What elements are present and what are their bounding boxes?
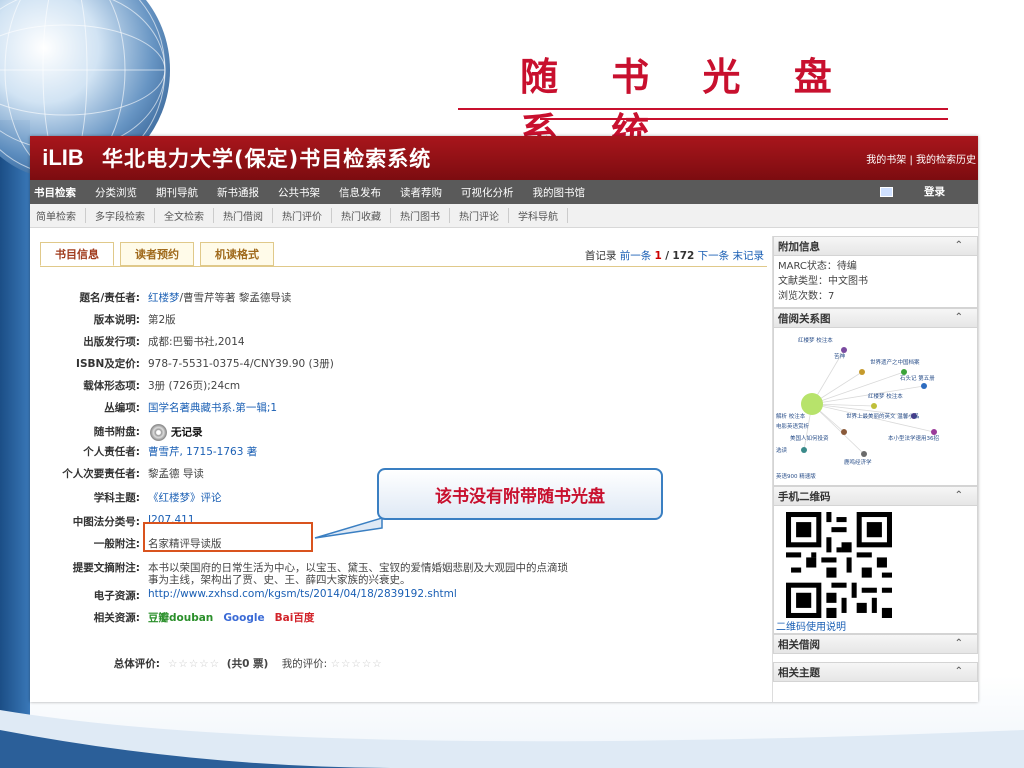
doc-type: 文献类型：中文图书 [778, 276, 868, 287]
top-links[interactable]: 我的书架 | 我的检索历史 [866, 151, 976, 166]
graph-label: 电影英语赏析 [776, 422, 810, 430]
system-title: 华北电力大学(保定)书目检索系统 [102, 147, 432, 171]
tab-reserve[interactable]: 读者预约 [120, 242, 194, 266]
collapse-chevron-icon[interactable]: ⌃ [955, 240, 963, 251]
tabs-divider [40, 266, 767, 267]
nav-item-visual[interactable]: 可视化分析 [461, 185, 514, 200]
subnav-subject[interactable]: 学科导航 [509, 208, 568, 223]
subnav-hot-fav[interactable]: 热门收藏 [332, 208, 391, 223]
sub-nav: 简单检索 多字段检索 全文检索 热门借阅 热门评价 热门收藏 热门图书 热门评论… [30, 204, 978, 228]
subnav-hot-books[interactable]: 热门图书 [391, 208, 450, 223]
borrow-graph-header[interactable]: 借阅关系图 ⌃ [773, 308, 978, 328]
subnav-simple-search[interactable]: 简单检索 [34, 208, 86, 223]
borrow-graph[interactable]: 红楼梦 校注本 苦神 世界遗产之中国档案 石头记 第五册 红楼梦 校注本 解析 … [773, 328, 978, 486]
subnav-multi-field[interactable]: 多字段检索 [86, 208, 155, 223]
nav-item-new-books[interactable]: 新书通报 [217, 185, 259, 200]
current-record: 1 [654, 250, 662, 262]
graph-label: 石头记 第五册 [900, 374, 935, 382]
subnav-hot-review[interactable]: 热门评价 [273, 208, 332, 223]
collapse-chevron-icon[interactable]: ⌃ [955, 638, 963, 649]
qr-panel: 二维码使用说明 [773, 506, 978, 634]
ilib-logo[interactable]: iLIB [30, 136, 96, 180]
baidu-link[interactable]: Bai百度 [275, 612, 315, 624]
disc-highlight-box [143, 522, 313, 552]
main-nav: 书目检索 分类浏览 期刊导航 新书通报 公共书架 信息发布 读者荐购 可视化分析… [30, 180, 978, 204]
marc-status: MARC状态：待编 [778, 261, 857, 272]
graph-label: 美国人如何投资 [790, 434, 829, 442]
nav-item-classify[interactable]: 分类浏览 [95, 185, 137, 200]
first-record-link[interactable]: 首记录 [585, 250, 617, 262]
view-count: 浏览次数：7 [778, 291, 835, 302]
record-detail: 书目信息 读者预约 机读格式 首记录 前一条 1 / 172 下一条 末记录 题… [30, 236, 770, 702]
graph-label: 本小型法学速用36招 [888, 434, 939, 442]
vote-count: (共0 票) [226, 658, 269, 670]
sidebar: 附加信息 ⌃ MARC状态：待编 文献类型：中文图书 浏览次数：7 借阅关系图 … [772, 236, 978, 702]
prev-record-link[interactable]: 前一条 [620, 250, 652, 262]
slide-left-band [0, 120, 30, 720]
last-record-link[interactable]: 末记录 [733, 250, 765, 262]
google-link[interactable]: Google [223, 612, 264, 624]
cd-disc-icon [150, 424, 167, 441]
my-rating-label: 我的评价: [281, 658, 328, 670]
title-rest: /曹雪芹等著 黎孟德导读 [179, 292, 292, 304]
pager-sep: / [665, 250, 670, 262]
overall-stars: ☆☆☆☆☆ [168, 658, 221, 670]
disc-value: 无记录 [171, 426, 203, 439]
graph-label: 英语900 精速版 [776, 472, 816, 480]
nav-item-public-shelf[interactable]: 公共书架 [278, 185, 320, 200]
graph-label: 选读 [776, 446, 788, 454]
nav-item-catalog[interactable]: 书目检索 [34, 185, 76, 200]
record-tabs: 书目信息 读者预约 机读格式 [40, 242, 274, 266]
graph-label: 鹿鸣经济学 [844, 458, 872, 466]
collapse-chevron-icon[interactable]: ⌃ [955, 666, 963, 677]
series-link[interactable]: 国学名著典藏书系.第一辑;1 [148, 400, 277, 415]
title-underline-1 [458, 108, 948, 110]
extra-info-body: MARC状态：待编 文献类型：中文图书 浏览次数：7 [773, 256, 978, 308]
id-card-icon [880, 186, 893, 197]
subnav-hot-comments[interactable]: 热门评论 [450, 208, 509, 223]
collapse-chevron-icon[interactable]: ⌃ [955, 490, 963, 501]
callout-no-disc: 该书没有附带随书光盘 [377, 468, 663, 520]
graph-label: 红楼梦 校注本 [798, 336, 833, 344]
nav-item-journals[interactable]: 期刊导航 [156, 185, 198, 200]
login-link[interactable]: 登录 [924, 184, 945, 199]
opac-header: iLIB 华北电力大学(保定)书目检索系统 我的书架 | 我的检索历史 [30, 136, 978, 180]
graph-label: 世界遗产之中国档案 [870, 358, 920, 366]
title-link[interactable]: 红楼梦 [148, 292, 180, 304]
subnav-fulltext[interactable]: 全文检索 [155, 208, 214, 223]
collapse-chevron-icon[interactable]: ⌃ [955, 312, 963, 323]
e-resource-link[interactable]: http://www.zxhsd.com/kgsm/ts/2014/04/18/… [148, 588, 457, 600]
related-subject-header[interactable]: 相关主题 ⌃ [773, 662, 978, 682]
total-records: 172 [672, 250, 695, 262]
related-borrow-header[interactable]: 相关借阅 ⌃ [773, 634, 978, 654]
next-record-link[interactable]: 下一条 [698, 250, 730, 262]
subject-link[interactable]: 《红楼梦》评论 [148, 490, 222, 505]
qr-help-link[interactable]: 二维码使用说明 [776, 620, 846, 635]
graph-label: 红楼梦 校注本 [868, 392, 903, 400]
subnav-hot-borrow[interactable]: 热门借阅 [214, 208, 273, 223]
login-area[interactable]: 登录 [880, 184, 964, 199]
my-rating-stars[interactable]: ☆☆☆☆☆ [331, 658, 383, 670]
graph-label: 世界上最美丽的英文 温馨小品 [846, 412, 920, 420]
title-underline-2 [540, 118, 948, 120]
opac-screenshot: iLIB 华北电力大学(保定)书目检索系统 我的书架 | 我的检索历史 书目检索… [30, 136, 978, 702]
nav-item-recommend[interactable]: 读者荐购 [400, 185, 442, 200]
nav-item-my-library[interactable]: 我的图书馆 [533, 185, 586, 200]
author-link[interactable]: 曹雪芹, 1715-1763 著 [148, 444, 257, 459]
tab-bib-info[interactable]: 书目信息 [40, 242, 114, 266]
tab-marc[interactable]: 机读格式 [200, 242, 274, 266]
qr-code-icon [786, 512, 892, 618]
douban-link[interactable]: 豆瓣douban [148, 612, 213, 624]
record-pager: 首记录 前一条 1 / 172 下一条 末记录 [585, 248, 764, 263]
graph-label: 解析 校注本 [776, 412, 806, 420]
nav-item-info[interactable]: 信息发布 [339, 185, 381, 200]
extra-info-header[interactable]: 附加信息 ⌃ [773, 236, 978, 256]
borrow-graph-svg: 红楼梦 校注本 苦神 世界遗产之中国档案 石头记 第五册 红楼梦 校注本 解析 … [776, 336, 939, 480]
graph-label: 苦神 [834, 352, 846, 360]
qr-header[interactable]: 手机二维码 ⌃ [773, 486, 978, 506]
